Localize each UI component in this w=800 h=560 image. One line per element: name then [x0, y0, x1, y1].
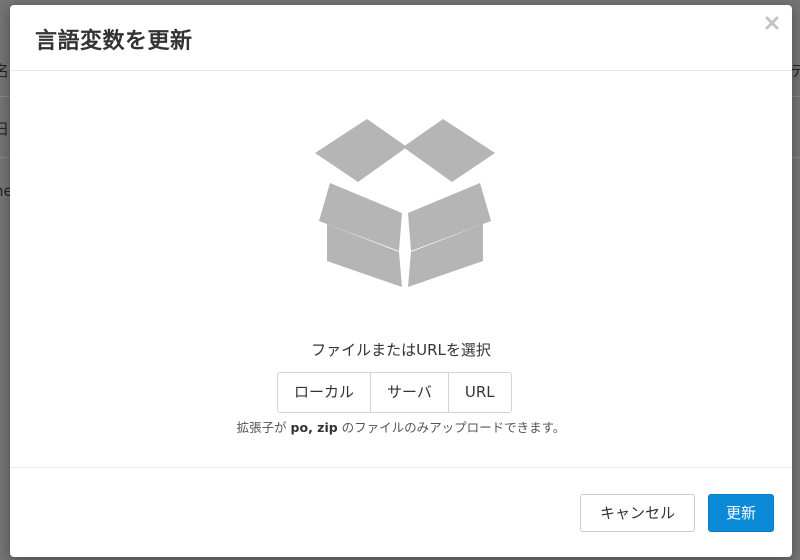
dialog-footer: キャンセル 更新: [10, 467, 792, 557]
close-button[interactable]: [764, 15, 780, 31]
background-text: 名: [0, 62, 10, 80]
upload-source-group: ローカル サーバ URL: [277, 372, 512, 413]
help-text-suffix: のファイルのみアップロードできます。: [337, 420, 566, 435]
server-source-button[interactable]: サーバ: [371, 373, 449, 412]
update-button[interactable]: 更新: [708, 494, 774, 532]
local-source-button[interactable]: ローカル: [278, 373, 372, 412]
dialog-title: 言語変数を更新: [35, 29, 193, 54]
url-source-button[interactable]: URL: [448, 373, 511, 412]
close-icon: [765, 16, 779, 30]
update-language-variables-dialog: 言語変数を更新 ファイルまたはURLを選択 ローカル サーバ URL 拡張子が …: [10, 5, 792, 557]
allowed-extensions-help: 拡張子が po, zip のファイルのみアップロードできます。: [10, 417, 792, 436]
help-text-prefix: 拡張子が: [236, 420, 291, 435]
allowed-extensions: po, zip: [290, 420, 338, 435]
background-text: 日: [0, 120, 10, 138]
dialog-header: 言語変数を更新: [10, 5, 792, 71]
dialog-body: ファイルまたはURLを選択 ローカル サーバ URL 拡張子が po, zip …: [10, 71, 792, 467]
cancel-button[interactable]: キャンセル: [580, 494, 695, 532]
file-or-url-prompt: ファイルまたはURLを選択: [311, 341, 491, 359]
open-box-icon: [315, 119, 495, 287]
